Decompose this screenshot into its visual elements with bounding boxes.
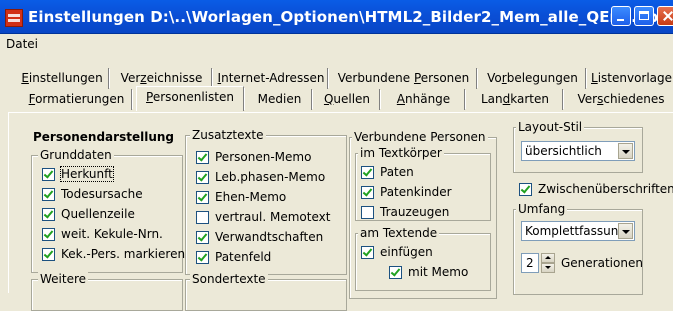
generationen-input[interactable]: 2 (521, 253, 539, 273)
patenfeld-checkbox[interactable]: Patenfeld (196, 249, 271, 265)
tab-listenvorlage[interactable]: Listenvorlage (589, 68, 673, 89)
checkbox-box[interactable] (196, 210, 209, 224)
trauzeugen-checkbox[interactable]: Trauzeugen (361, 204, 449, 220)
window-title: Einstellungen D:\..\Worlagen_Optionen\HT… (28, 8, 666, 26)
herkunft-checkbox[interactable]: Herkunft (42, 166, 114, 182)
tab-vorbelegungen[interactable]: Vorbelegungen (480, 68, 587, 89)
textende-label: am Textende (358, 226, 440, 240)
checkbox-box[interactable] (42, 167, 55, 181)
menu-bar: Datei (0, 34, 673, 54)
checkbox-box[interactable] (42, 227, 55, 241)
checkbox-box[interactable] (361, 205, 374, 219)
textende-group: am Textende (355, 226, 491, 291)
minimize-button[interactable] (611, 6, 631, 26)
grunddaten-label: Grunddaten (38, 148, 114, 162)
einfuegen-checkbox[interactable]: einfügen (361, 244, 433, 260)
chevron-down-icon[interactable] (618, 223, 633, 239)
checkbox-box[interactable] (196, 230, 209, 244)
tab-quellen[interactable]: Quellen (315, 89, 381, 110)
chevron-down-icon[interactable] (618, 143, 633, 159)
mit-memo-checkbox[interactable]: mit Memo (389, 264, 468, 280)
weit-kekule-checkbox[interactable]: weit. Kekule-Nrn. (42, 226, 163, 242)
sondertexte-label: Sondertexte (190, 272, 268, 286)
quellenzeile-checkbox[interactable]: Quellenzeile (42, 206, 135, 222)
spin-up-icon[interactable] (541, 253, 555, 263)
verbundene-personen-label: Verbundene Personen (352, 130, 488, 144)
close-button[interactable] (657, 6, 673, 26)
checkbox-box[interactable] (196, 250, 209, 264)
layout-stil-select[interactable]: übersichtlich (521, 141, 635, 161)
verwandtschaften-checkbox[interactable]: Verwandtschaften (196, 229, 323, 245)
generationen-spinner[interactable] (541, 253, 555, 273)
tab-verschiedenes[interactable]: Verschiedenes (566, 89, 673, 110)
tab-landkarten[interactable]: Landkarten (468, 89, 564, 110)
umfang-select[interactable]: Komplettfassung (521, 221, 635, 241)
checkbox-box[interactable] (389, 265, 402, 279)
checkbox-box[interactable] (42, 187, 55, 201)
checkbox-box[interactable] (42, 247, 55, 261)
tab-medien[interactable]: Medien (248, 89, 313, 110)
textkoerper-label: im Textkörper (358, 146, 444, 160)
tab-einstellungen[interactable]: Einstellungen (16, 68, 110, 89)
weitere-label: Weitere (38, 272, 89, 286)
checkbox-box[interactable] (196, 170, 209, 184)
checkbox-box[interactable] (196, 150, 209, 164)
zwischenueberschriften-checkbox[interactable]: Zwischenüberschriften (519, 181, 673, 197)
ehen-memo-checkbox[interactable]: Ehen-Memo (196, 189, 286, 205)
maximize-button[interactable] (634, 6, 654, 26)
checkbox-box[interactable] (361, 185, 374, 199)
app-icon (5, 9, 23, 27)
tab-verbundene-personen[interactable]: Verbundene Personen (331, 68, 478, 89)
tab-row-back: Einstellungen Verzeichnisse Internet-Adr… (0, 68, 673, 90)
tab-personenlisten[interactable]: Personenlisten (136, 86, 245, 111)
tab-anhaenge[interactable]: Anhänge (383, 89, 466, 110)
tab-formatierungen[interactable]: Formatierungen (22, 89, 133, 110)
personen-memo-checkbox[interactable]: Personen-Memo (196, 149, 311, 165)
kek-pers-markieren-checkbox[interactable]: Kek.-Pers. markieren (42, 246, 185, 262)
vertraul-memotext-checkbox[interactable]: vertraul. Memotext (196, 209, 330, 225)
tab-row-front: Formatierungen Personenlisten Medien Que… (0, 86, 673, 111)
lebphasen-memo-checkbox[interactable]: Leb.phasen-Memo (196, 169, 325, 185)
weitere-group: Weitere (31, 272, 183, 311)
checkbox-box[interactable] (42, 207, 55, 221)
personendarstellung-heading: Personendarstellung (33, 130, 174, 144)
checkbox-box[interactable] (519, 182, 532, 196)
umfang-label: Umfang (516, 202, 568, 216)
patenkinder-checkbox[interactable]: Patenkinder (361, 184, 452, 200)
generationen-label: Generationen (561, 256, 643, 270)
paten-checkbox[interactable]: Paten (361, 164, 414, 180)
menu-datei[interactable]: Datei (6, 37, 38, 51)
personenlisten-panel: Personendarstellung Grunddaten Herkunft … (8, 112, 673, 311)
todesursache-checkbox[interactable]: Todesursache (42, 186, 143, 202)
spin-down-icon[interactable] (541, 263, 555, 273)
title-bar: Einstellungen D:\..\Worlagen_Optionen\HT… (0, 0, 673, 34)
layout-stil-label: Layout-Stil (516, 120, 585, 134)
zusatztexte-label: Zusatztexte (190, 128, 266, 142)
checkbox-box[interactable] (361, 165, 374, 179)
checkbox-box[interactable] (361, 245, 374, 259)
sondertexte-group: Sondertexte (185, 272, 347, 311)
checkbox-box[interactable] (196, 190, 209, 204)
